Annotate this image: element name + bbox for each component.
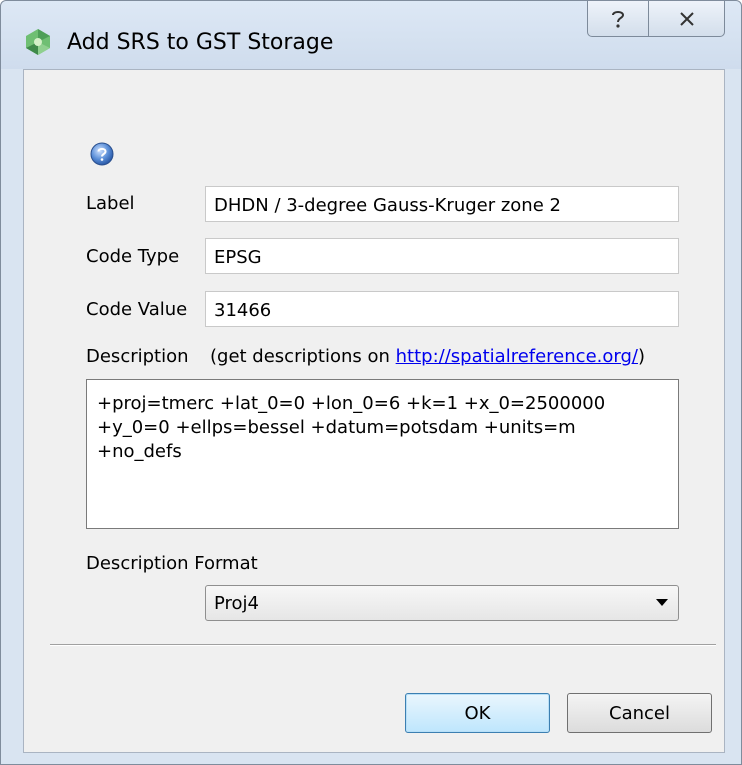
question-mark-icon — [612, 10, 625, 28]
description-format-select[interactable]: Proj4 — [205, 585, 679, 621]
chevron-down-icon — [656, 599, 668, 606]
cancel-button[interactable]: Cancel — [567, 693, 712, 733]
dialog-client-area: Label DHDN / 3-degree Gauss-Kruger zone … — [23, 69, 725, 753]
title-close-button[interactable] — [648, 1, 725, 37]
code-value-caption: Code Value — [86, 299, 188, 320]
window-title: Add SRS to GST Storage — [67, 30, 334, 55]
title-bar[interactable]: Add SRS to GST Storage — [1, 1, 741, 69]
code-type-input[interactable]: EPSG — [205, 238, 679, 274]
label-input[interactable]: DHDN / 3-degree Gauss-Kruger zone 2 — [205, 186, 679, 222]
app-icon — [26, 29, 50, 55]
description-caption: Description — [86, 346, 189, 367]
description-format-caption: Description Format — [86, 553, 258, 574]
description-hint: (get descriptions on http://spatialrefer… — [210, 346, 645, 367]
help-icon[interactable] — [90, 142, 114, 166]
code-type-caption: Code Type — [86, 246, 180, 267]
code-value-input[interactable]: 31466 — [205, 291, 679, 327]
spatialreference-link[interactable]: http://spatialreference.org/ — [396, 346, 638, 367]
ok-button[interactable]: OK — [405, 693, 550, 733]
label-caption: Label — [86, 193, 135, 214]
button-separator — [50, 644, 716, 646]
description-hint-suffix: ) — [637, 346, 645, 367]
title-help-button[interactable] — [587, 1, 649, 37]
dialog-window: Add SRS to GST Storage Label DHDN / 3-de… — [0, 0, 742, 765]
close-icon — [679, 11, 694, 26]
description-format-selected: Proj4 — [214, 593, 260, 614]
description-hint-prefix: (get descriptions on — [210, 346, 396, 367]
description-textarea[interactable]: +proj=tmerc +lat_0=0 +lon_0=6 +k=1 +x_0=… — [86, 379, 679, 529]
